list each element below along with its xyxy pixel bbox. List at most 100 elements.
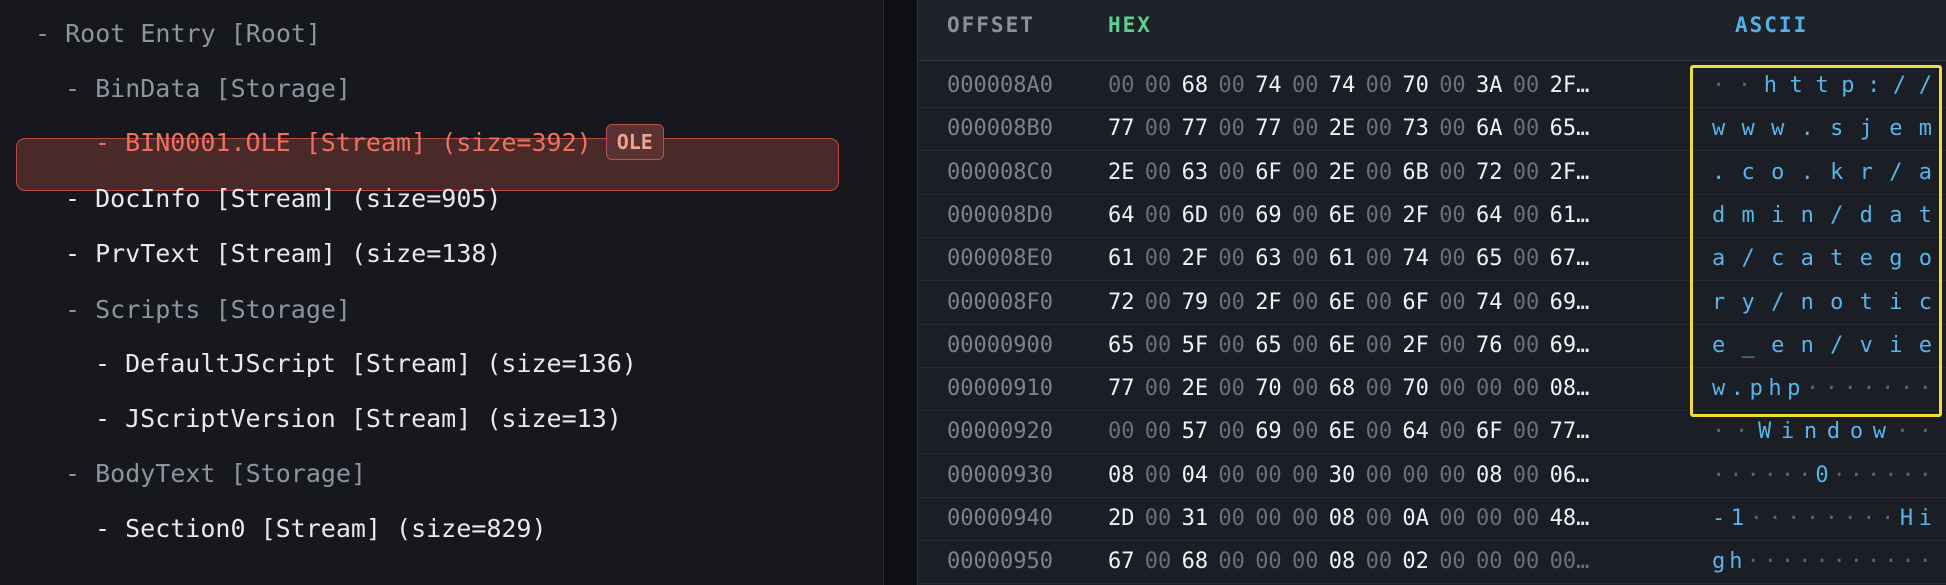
hex-byte[interactable]: 08: [1329, 540, 1356, 583]
hex-byte[interactable]: 00: [1366, 281, 1393, 324]
hex-byte[interactable]: 6E: [1329, 281, 1356, 324]
hex-byte[interactable]: 68: [1182, 540, 1209, 583]
hex-byte[interactable]: 69…: [1550, 281, 1590, 324]
hex-byte[interactable]: 00: [1439, 540, 1466, 583]
hex-byte[interactable]: 00: [1366, 237, 1393, 280]
hex-byte[interactable]: 00: [1513, 194, 1540, 237]
hex-byte[interactable]: 00: [1439, 324, 1466, 367]
hex-byte[interactable]: 74: [1402, 237, 1429, 280]
hex-byte[interactable]: 72: [1476, 151, 1503, 194]
hex-byte[interactable]: 00: [1513, 151, 1540, 194]
hex-byte[interactable]: 00: [1218, 454, 1245, 497]
hex-byte[interactable]: 04: [1182, 454, 1209, 497]
hex-byte[interactable]: 5F: [1182, 324, 1209, 367]
hex-byte[interactable]: 00: [1145, 410, 1172, 453]
hex-row[interactable]: 00000930 08 00 04 00 00 00 30 00 00 00 08 00 06… · · · · ·…: [918, 454, 1946, 498]
hex-byte[interactable]: 61…: [1550, 194, 1590, 237]
hex-byte[interactable]: 00: [1366, 540, 1393, 583]
hex-byte[interactable]: 00: [1292, 107, 1319, 150]
hex-byte[interactable]: 00: [1513, 324, 1540, 367]
tree-item[interactable]: - Root Entry [Root]: [35, 12, 321, 56]
hex-byte[interactable]: 00: [1292, 194, 1319, 237]
hex-byte[interactable]: 2E: [1329, 151, 1356, 194]
hex-byte[interactable]: 06…: [1550, 454, 1590, 497]
hex-byte[interactable]: 00: [1145, 540, 1172, 583]
hex-byte[interactable]: 00: [1366, 324, 1393, 367]
hex-byte[interactable]: 00: [1218, 107, 1245, 150]
hex-byte[interactable]: 00: [1145, 237, 1172, 280]
hex-byte[interactable]: 65: [1476, 237, 1503, 280]
hex-byte[interactable]: 79: [1182, 281, 1209, 324]
hex-byte[interactable]: 77: [1108, 367, 1135, 410]
hex-byte[interactable]: 2D: [1108, 497, 1135, 540]
hex-byte[interactable]: 67…: [1550, 237, 1590, 280]
hex-byte[interactable]: 00…: [1550, 540, 1590, 583]
hex-byte[interactable]: 69…: [1550, 324, 1590, 367]
hex-byte[interactable]: 70: [1255, 367, 1282, 410]
hex-byte[interactable]: 00: [1513, 367, 1540, 410]
hex-byte[interactable]: 64: [1476, 194, 1503, 237]
hex-byte[interactable]: 00: [1366, 497, 1393, 540]
hex-byte[interactable]: 08: [1108, 454, 1135, 497]
hex-byte[interactable]: 68: [1329, 367, 1356, 410]
hex-byte[interactable]: 00: [1255, 497, 1282, 540]
tree-item[interactable]: - DocInfo [Stream] (size=905): [65, 177, 502, 221]
hex-byte[interactable]: 00: [1218, 410, 1245, 453]
hex-byte[interactable]: 00: [1366, 367, 1393, 410]
hex-byte[interactable]: 00: [1439, 281, 1466, 324]
hex-byte[interactable]: 77: [1255, 107, 1282, 150]
hex-byte[interactable]: 77: [1108, 107, 1135, 150]
hex-byte[interactable]: 00: [1218, 151, 1245, 194]
hex-byte[interactable]: 00: [1439, 151, 1466, 194]
hex-byte[interactable]: 00: [1366, 410, 1393, 453]
hex-byte[interactable]: 00: [1439, 454, 1466, 497]
tree-item[interactable]: - PrvText [Stream] (size=138): [65, 232, 502, 276]
hex-byte[interactable]: 6D: [1182, 194, 1209, 237]
hex-byte[interactable]: 00: [1145, 497, 1172, 540]
hex-byte[interactable]: 00: [1218, 64, 1245, 107]
hex-byte[interactable]: 00: [1218, 194, 1245, 237]
hex-byte[interactable]: 2E: [1108, 151, 1135, 194]
hex-byte[interactable]: 00: [1513, 281, 1540, 324]
hex-byte[interactable]: 00: [1145, 454, 1172, 497]
hex-row[interactable]: 000008E0 61 00 2F 00 63 00 61 00 74 00 65 00 67… a / c a t…: [918, 237, 1946, 282]
hex-byte[interactable]: 0A: [1402, 497, 1429, 540]
hex-row[interactable]: 000008A0 00 00 68 00 74 00 74 00 70 00 3A 00 2F… · · h t t…: [918, 64, 1946, 108]
hex-byte[interactable]: 00: [1292, 151, 1319, 194]
hex-byte[interactable]: 74: [1255, 64, 1282, 107]
tree-item[interactable]: - BodyText [Storage]: [65, 452, 366, 496]
hex-byte[interactable]: 2E: [1329, 107, 1356, 150]
hex-byte[interactable]: 00: [1366, 151, 1393, 194]
panel-divider[interactable]: [883, 0, 918, 585]
hex-byte[interactable]: 00: [1145, 367, 1172, 410]
hex-byte[interactable]: 00: [1218, 497, 1245, 540]
hex-byte[interactable]: 76: [1476, 324, 1503, 367]
hex-byte[interactable]: 6A: [1476, 107, 1503, 150]
hex-byte[interactable]: 00: [1513, 540, 1540, 583]
hex-byte[interactable]: 00: [1366, 454, 1393, 497]
tree-item[interactable]: - BinData [Storage]: [65, 67, 351, 111]
hex-row[interactable]: 000008B0 77 00 77 00 77 00 2E 00 73 00 6A 00 65… w w w. s…: [918, 107, 1946, 152]
hex-byte[interactable]: 70: [1402, 64, 1429, 107]
hex-byte[interactable]: 00: [1366, 64, 1393, 107]
hex-byte[interactable]: 67: [1108, 540, 1135, 583]
hex-byte[interactable]: 00: [1513, 64, 1540, 107]
hex-byte[interactable]: 00: [1292, 237, 1319, 280]
hex-byte[interactable]: 00: [1439, 497, 1466, 540]
hex-byte[interactable]: 00: [1292, 454, 1319, 497]
hex-byte[interactable]: 65: [1108, 324, 1135, 367]
hex-byte[interactable]: 6F: [1476, 410, 1503, 453]
hex-byte[interactable]: 00: [1513, 410, 1540, 453]
hex-byte[interactable]: 00: [1439, 194, 1466, 237]
hex-byte[interactable]: 00: [1218, 324, 1245, 367]
hex-byte[interactable]: 2F: [1255, 281, 1282, 324]
hex-byte[interactable]: 00: [1439, 64, 1466, 107]
hex-byte[interactable]: 64: [1108, 194, 1135, 237]
hex-byte[interactable]: 00: [1476, 497, 1503, 540]
hex-byte[interactable]: 61: [1329, 237, 1356, 280]
hex-byte[interactable]: 69: [1255, 410, 1282, 453]
hex-byte[interactable]: 77…: [1550, 410, 1590, 453]
hex-byte[interactable]: 2F: [1402, 194, 1429, 237]
hex-row[interactable]: 00000950 67 00 68 00 00 00 08 00 02 00 00 00 00… g h · · ·…: [918, 540, 1946, 585]
hex-byte[interactable]: 08: [1476, 454, 1503, 497]
